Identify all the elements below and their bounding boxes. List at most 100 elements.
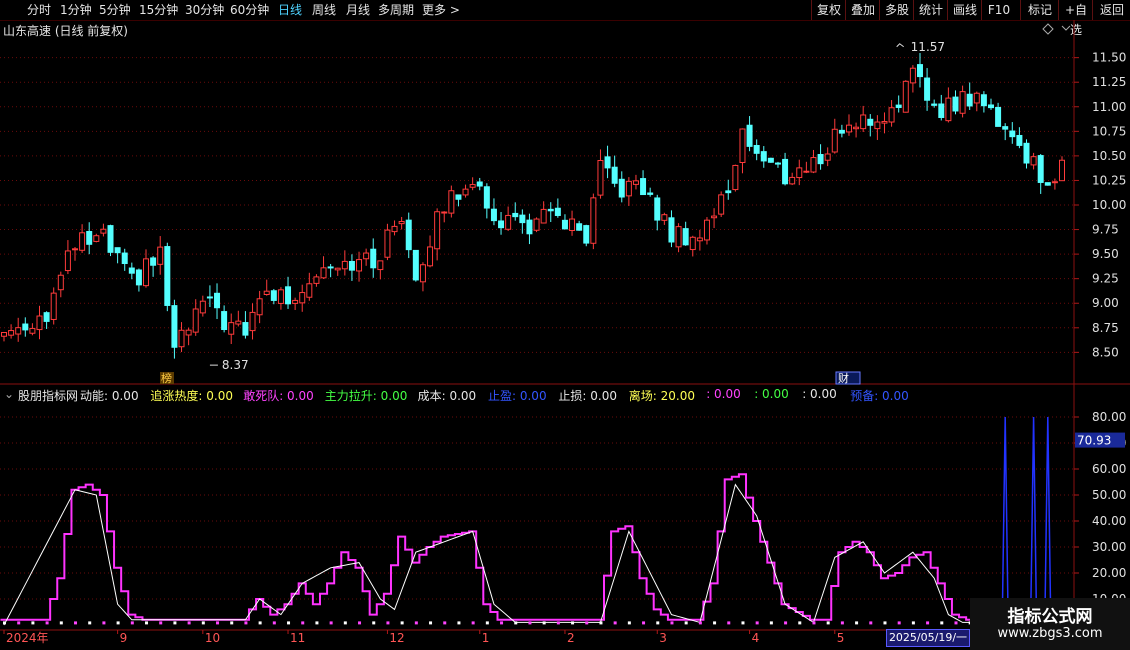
candle-body — [263, 290, 270, 296]
candle-body — [703, 219, 710, 241]
candle-body — [973, 92, 980, 104]
candle-body — [625, 180, 632, 197]
osc-base-marker — [599, 621, 603, 625]
indicator-collapse-icon[interactable]: ⌄ — [4, 387, 14, 401]
caihui-mark: 财 — [838, 371, 849, 385]
osc-base-marker — [230, 621, 234, 625]
osc-base-marker — [642, 621, 646, 625]
candle-body — [931, 103, 938, 106]
osc-base-marker — [883, 621, 887, 625]
osc-base-marker — [329, 621, 333, 625]
candle-body — [966, 93, 973, 107]
osc-base-marker — [571, 621, 575, 625]
osc-base-marker — [485, 621, 489, 625]
watermark-line1: 指标公式网 — [1007, 607, 1093, 627]
candle-body — [987, 104, 994, 109]
candle-body — [462, 188, 469, 196]
candle-body — [299, 292, 306, 304]
price-tick-label: 11.50 — [1092, 51, 1126, 65]
osc-tick-label: 20.00 — [1092, 566, 1126, 580]
price-tick-label: 8.75 — [1092, 321, 1119, 335]
osc-current-value: 70.93 — [1077, 434, 1111, 448]
candle-body — [292, 299, 299, 304]
osc-base-marker — [88, 621, 92, 625]
candle-body — [1016, 134, 1023, 146]
osc-base-marker — [187, 621, 191, 625]
candle-body — [505, 214, 512, 230]
x-tick-label: 12 — [389, 631, 404, 645]
candle-body — [817, 154, 824, 165]
osc-base-marker — [145, 621, 149, 625]
candle-body — [341, 260, 348, 270]
candle-body — [604, 156, 611, 169]
osc-base-marker — [741, 621, 745, 625]
osc-base-marker — [926, 621, 930, 625]
osc-base-marker — [585, 621, 589, 625]
indicator-item-10: : 0.00 — [802, 387, 837, 401]
indicator-item-3: 主力拉升: 0.00 — [324, 389, 408, 403]
candle-body — [888, 107, 895, 123]
candle-body — [50, 292, 57, 320]
osc-base-marker — [812, 621, 816, 625]
chart-canvas[interactable]: 11.50 11.25 11.00 10.75 10.50 10.25 10.00 9.75 9… — [0, 0, 1130, 650]
osc-base-marker — [471, 621, 475, 625]
candle-body — [1009, 130, 1016, 138]
osc-blue-spike — [1001, 416, 1009, 626]
candle-body — [512, 212, 519, 218]
osc-base-marker — [216, 621, 220, 625]
price-tick-label: 9.50 — [1092, 247, 1119, 261]
candle-body — [909, 67, 916, 84]
candle-body — [490, 208, 497, 222]
candle-body — [441, 211, 448, 214]
osc-base-marker — [500, 621, 504, 625]
candle-body — [576, 223, 583, 231]
candle-body — [718, 194, 725, 215]
candle-body — [569, 218, 576, 232]
candle-body — [895, 104, 902, 108]
candle-body — [618, 178, 625, 198]
price-tick-label: 11.25 — [1092, 75, 1126, 89]
osc-base-marker — [897, 621, 901, 625]
price-tick-label: 10.75 — [1092, 124, 1126, 138]
candle-body — [980, 94, 987, 107]
osc-base-marker — [755, 621, 759, 625]
candle-body — [831, 128, 838, 153]
candle-body — [1030, 156, 1037, 166]
osc-base-marker — [457, 621, 461, 625]
osc-base-marker — [102, 621, 106, 625]
candle-body — [178, 329, 185, 348]
candle-body — [803, 170, 810, 173]
osc-blue-spike — [1029, 416, 1038, 626]
indicator-item-8: : 0.00 — [706, 387, 741, 401]
candle-body — [1023, 142, 1030, 164]
candle-body — [377, 260, 384, 271]
osc-tick-label: 50.00 — [1092, 488, 1126, 502]
candle-body — [590, 197, 597, 244]
candle-body — [143, 258, 150, 287]
osc-base-marker — [258, 621, 262, 625]
indicator-item-4: 成本: 0.00 — [417, 389, 477, 403]
candle-body — [1002, 126, 1009, 130]
candle-body — [661, 214, 668, 221]
candle-body — [199, 300, 206, 314]
candle-body — [363, 252, 370, 260]
osc-base-marker — [869, 621, 873, 625]
price-tick-label: 10.50 — [1092, 149, 1126, 163]
candle-body — [285, 286, 292, 305]
candle-body — [306, 283, 313, 298]
indicator-item-5: 止盈: 0.00 — [488, 389, 547, 403]
candle-body — [533, 218, 540, 231]
candle-body — [711, 215, 718, 219]
osc-base-marker — [201, 621, 205, 625]
candle-body — [902, 80, 909, 113]
osc-base-marker — [372, 621, 376, 625]
osc-base-marker — [358, 621, 362, 625]
candle-body — [114, 247, 121, 254]
candle-body — [874, 121, 881, 130]
x-tick-label: 2 — [567, 631, 575, 645]
indicator-item-11: 预备: 0.00 — [850, 389, 909, 403]
osc-base-marker — [414, 621, 418, 625]
candle-body — [519, 214, 526, 224]
price-tick-label: 9.25 — [1092, 272, 1119, 286]
candle-body — [277, 289, 284, 304]
